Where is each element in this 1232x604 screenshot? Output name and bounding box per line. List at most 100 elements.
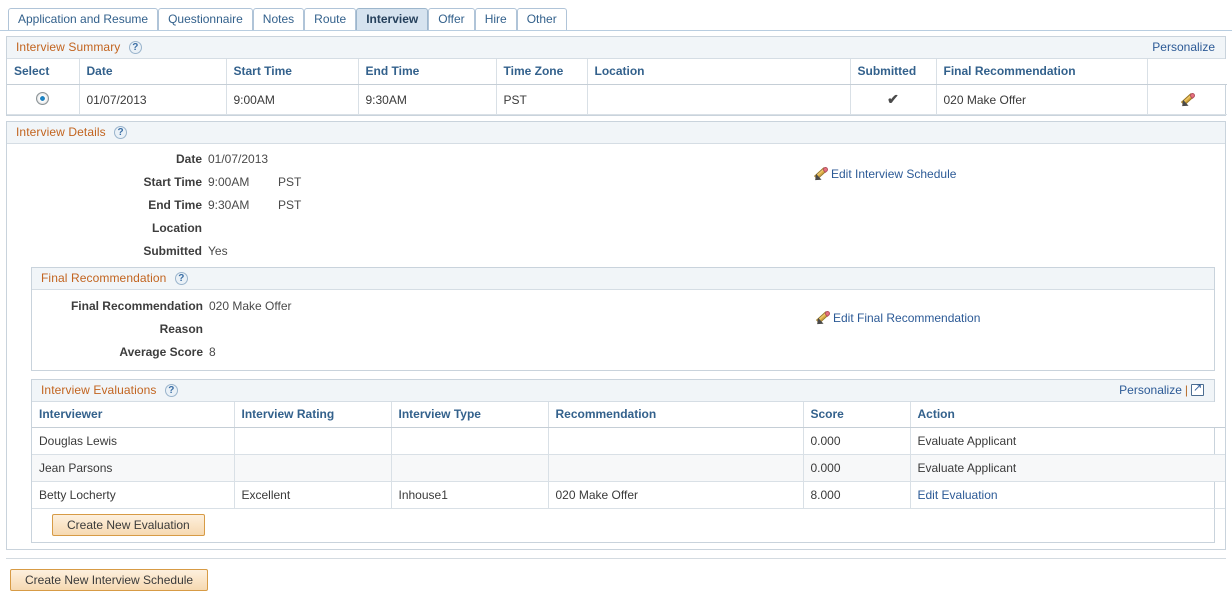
field-value: 9:00AM: [208, 175, 262, 189]
field-label: Location: [7, 221, 208, 235]
field-label: Date: [7, 152, 208, 166]
field-label: Final Recommendation: [32, 299, 209, 313]
edit-interview-schedule-link[interactable]: Edit Interview Schedule: [813, 166, 956, 181]
page-actions: Create New Interview Schedule: [0, 559, 1232, 591]
field-value-timezone: PST: [278, 198, 301, 212]
main-tab-bar: Application and ResumeQuestionnaireNotes…: [0, 0, 1232, 31]
table-row: Betty LochertyExcellentInhouse1020 Make …: [32, 482, 1225, 509]
cell-interview-rating: Excellent: [234, 482, 391, 509]
select-radio-button[interactable]: [36, 92, 49, 105]
cell-date: 01/07/2013: [79, 85, 226, 115]
cell-recommendation: 020 Make Offer: [548, 482, 803, 509]
interview-details-section: Interview Details ? Edit Interview Sched…: [6, 121, 1226, 550]
cell-interviewer: Jean Parsons: [32, 455, 234, 482]
section-title: Interview Details: [16, 125, 106, 139]
tab-offer[interactable]: Offer: [428, 8, 474, 30]
col-location: Location: [587, 59, 850, 85]
create-new-interview-schedule-button[interactable]: Create New Interview Schedule: [10, 569, 208, 591]
interview-details-header: Interview Details ?: [7, 122, 1225, 144]
personalize-link[interactable]: Personalize: [1119, 383, 1182, 397]
cell-final-recommendation: 020 Make Offer: [936, 85, 1147, 115]
expand-window-icon[interactable]: [1191, 384, 1204, 396]
personalize-link[interactable]: Personalize: [1152, 40, 1215, 54]
field-label: Average Score: [32, 345, 209, 359]
field-submitted: Submitted Yes: [7, 244, 1225, 258]
cell-score: 0.000: [803, 455, 910, 482]
summary-header-actions: Personalize: [1152, 37, 1215, 58]
help-icon[interactable]: ?: [165, 384, 178, 397]
tab-other[interactable]: Other: [517, 8, 567, 30]
field-date: Date 01/07/2013: [7, 152, 1225, 166]
cell-action: Evaluate Applicant: [910, 428, 1225, 455]
cell-interviewer: Betty Locherty: [32, 482, 234, 509]
col-interview-rating: Interview Rating: [234, 402, 391, 428]
cell-action: Edit Evaluation: [910, 482, 1225, 509]
help-icon[interactable]: ?: [175, 272, 188, 285]
cell-location: [587, 85, 850, 115]
cell-time-zone: PST: [496, 85, 587, 115]
interview-evaluations-header: Interview Evaluations ? Personalize|: [32, 380, 1214, 402]
field-value: 020 Make Offer: [209, 299, 292, 313]
field-reason: Reason: [32, 322, 1214, 336]
field-label: End Time: [7, 198, 208, 212]
evaluations-actions: Create New Evaluation: [32, 509, 1214, 542]
cell-interview-type: [391, 455, 548, 482]
action-text: Evaluate Applicant: [918, 434, 1017, 448]
evaluations-header-actions: Personalize|: [1119, 380, 1204, 401]
interview-details-body: Edit Interview Schedule Date 01/07/2013 …: [7, 144, 1225, 549]
final-recommendation-section: Final Recommendation ? Edit Final Recomm…: [31, 267, 1215, 371]
cell-interview-rating: [234, 455, 391, 482]
section-title: Interview Summary: [16, 40, 120, 54]
col-interview-type: Interview Type: [391, 402, 548, 428]
section-title: Final Recommendation: [41, 271, 166, 285]
col-interviewer: Interviewer: [32, 402, 234, 428]
tab-route[interactable]: Route: [304, 8, 356, 30]
col-score: Score: [803, 402, 910, 428]
field-final-recommendation: Final Recommendation 020 Make Offer: [32, 299, 1214, 313]
pencil-icon: [815, 310, 830, 325]
tab-hire[interactable]: Hire: [475, 8, 517, 30]
col-start-time: Start Time: [226, 59, 358, 85]
col-end-time: End Time: [358, 59, 496, 85]
cell-recommendation: [548, 428, 803, 455]
cell-submitted: ✔: [850, 85, 936, 115]
evaluations-header-row: Interviewer Interview Rating Interview T…: [32, 402, 1225, 428]
col-final-recommendation: Final Recommendation: [936, 59, 1147, 85]
help-icon[interactable]: ?: [129, 41, 142, 54]
col-recommendation: Recommendation: [548, 402, 803, 428]
field-start-time: Start Time 9:00AM PST: [7, 175, 1225, 189]
field-location: Location: [7, 221, 1225, 235]
checkmark-icon: ✔: [887, 91, 899, 107]
cell-interview-type: Inhouse1: [391, 482, 548, 509]
edit-final-recommendation-link[interactable]: Edit Final Recommendation: [815, 310, 980, 325]
col-date: Date: [79, 59, 226, 85]
help-icon[interactable]: ?: [114, 126, 127, 139]
field-end-time: End Time 9:30AM PST: [7, 198, 1225, 212]
field-value: 01/07/2013: [208, 152, 268, 166]
cell-interview-type: [391, 428, 548, 455]
edit-interview-schedule-label: Edit Interview Schedule: [831, 167, 956, 181]
field-label: Submitted: [7, 244, 208, 258]
field-value: Yes: [208, 244, 262, 258]
final-recommendation-body: Edit Final Recommendation Final Recommen…: [32, 290, 1214, 370]
tab-notes[interactable]: Notes: [253, 8, 304, 30]
pencil-icon[interactable]: [1180, 92, 1195, 107]
cell-score: 8.000: [803, 482, 910, 509]
tab-interview[interactable]: Interview: [356, 8, 428, 30]
create-new-evaluation-button[interactable]: Create New Evaluation: [52, 514, 205, 536]
col-submitted: Submitted: [850, 59, 936, 85]
interview-summary-section: Interview Summary ? Personalize Select D…: [6, 36, 1226, 116]
tab-questionnaire[interactable]: Questionnaire: [158, 8, 253, 30]
cell-score: 0.000: [803, 428, 910, 455]
cell-start-time: 9:00AM: [226, 85, 358, 115]
edit-evaluation-link[interactable]: Edit Evaluation: [918, 488, 998, 502]
edit-final-recommendation-label: Edit Final Recommendation: [833, 311, 980, 325]
interview-evaluations-grid: Interviewer Interview Rating Interview T…: [32, 402, 1225, 509]
pencil-icon: [813, 166, 828, 181]
field-value: 8: [209, 345, 263, 359]
col-time-zone: Time Zone: [496, 59, 587, 85]
tab-application-and-resume[interactable]: Application and Resume: [8, 8, 158, 30]
cell-interview-rating: [234, 428, 391, 455]
col-edit: [1147, 59, 1227, 85]
separator: |: [1185, 383, 1188, 397]
